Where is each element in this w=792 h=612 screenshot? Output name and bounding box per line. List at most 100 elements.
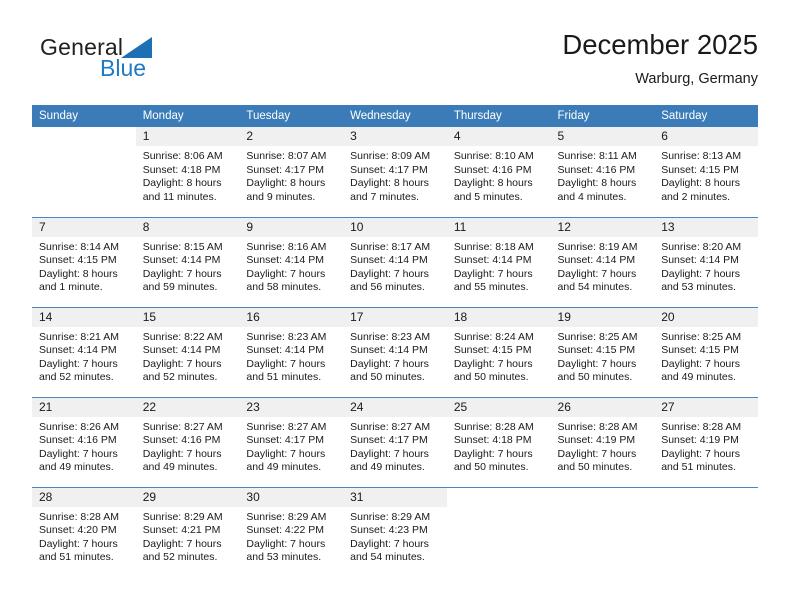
calendar-day-cell[interactable]: 8 Sunrise: 8:15 AM Sunset: 4:14 PM Daylight… xyxy=(135,216,240,307)
daylight-duration-line1: Daylight: 7 hours xyxy=(557,267,637,280)
sunset-time: Sunset: 4:14 PM xyxy=(350,254,428,267)
sunset-time: Sunset: 4:14 PM xyxy=(142,344,221,357)
day-number xyxy=(32,127,136,146)
day-number: 21 xyxy=(32,397,136,417)
calendar-day-cell[interactable]: 4 Sunrise: 8:10 AM Sunset: 4:16 PM Daylight… xyxy=(446,127,551,217)
calendar-day-cell[interactable]: 21 Sunrise: 8:26 AM Sunset: 4:16 PM Dayligh… xyxy=(32,396,136,487)
general-blue-logo[interactable]: General Blue xyxy=(40,34,220,92)
daylight-duration-line2: and 51 minutes. xyxy=(661,461,736,474)
day-details: Sunrise: 8:17 AM Sunset: 4:14 PM Daylight:… xyxy=(343,237,447,295)
daylight-duration-line1: Daylight: 7 hours xyxy=(142,447,222,460)
calendar-day-cell[interactable]: 20 Sunrise: 8:25 AM Sunset: 4:15 PM Dayligh… xyxy=(654,306,758,397)
calendar-day-cell[interactable]: 30 Sunrise: 8:29 AM Sunset: 4:22 PM Dayligh… xyxy=(239,486,344,577)
calendar-day-cell[interactable]: 24 Sunrise: 8:27 AM Sunset: 4:17 PM Dayligh… xyxy=(343,396,447,487)
day-number: 1 xyxy=(135,127,240,146)
daylight-duration-line2: and 50 minutes. xyxy=(453,371,529,384)
calendar-day-cell[interactable]: 28 Sunrise: 8:28 AM Sunset: 4:20 PM Dayligh… xyxy=(32,486,136,577)
day-number: 23 xyxy=(239,397,344,417)
sunrise-time: Sunrise: 8:28 AM xyxy=(661,420,742,433)
calendar-day-cell[interactable]: 1 Sunrise: 8:06 AM Sunset: 4:18 PM Daylight… xyxy=(135,127,240,217)
calendar-day-cell[interactable]: 2 Sunrise: 8:07 AM Sunset: 4:17 PM Daylight… xyxy=(239,127,344,217)
day-number: 26 xyxy=(550,397,655,417)
daylight-duration-line1: Daylight: 7 hours xyxy=(246,267,326,280)
logo-text-blue: Blue xyxy=(100,55,147,81)
sunset-time: Sunset: 4:20 PM xyxy=(39,524,117,537)
calendar-day-cell[interactable]: 10 Sunrise: 8:17 AM Sunset: 4:14 PM Dayligh… xyxy=(343,216,447,307)
day-number: 24 xyxy=(343,397,447,417)
daylight-duration-line1: Daylight: 8 hours xyxy=(350,177,429,190)
daylight-duration-line2: and 53 minutes. xyxy=(246,551,322,564)
calendar-day-cell-empty xyxy=(446,486,551,577)
daylight-duration-line2: and 54 minutes. xyxy=(557,281,633,294)
sunrise-time: Sunrise: 8:22 AM xyxy=(142,330,223,343)
calendar-day-cell[interactable]: 27 Sunrise: 8:28 AM Sunset: 4:19 PM Dayligh… xyxy=(654,396,758,487)
calendar-day-cell[interactable]: 7 Sunrise: 8:14 AM Sunset: 4:15 PM Daylight… xyxy=(32,216,136,307)
calendar-day-cell[interactable]: 16 Sunrise: 8:23 AM Sunset: 4:14 PM Dayligh… xyxy=(239,306,344,397)
day-number: 25 xyxy=(446,397,551,417)
calendar-day-cell[interactable]: 15 Sunrise: 8:22 AM Sunset: 4:14 PM Dayligh… xyxy=(135,306,240,397)
calendar-week-row: 21 Sunrise: 8:26 AM Sunset: 4:16 PM Dayligh… xyxy=(32,396,758,487)
sunset-time: Sunset: 4:15 PM xyxy=(39,254,117,267)
calendar-day-cell[interactable]: 25 Sunrise: 8:28 AM Sunset: 4:18 PM Dayligh… xyxy=(446,396,551,487)
sunset-time: Sunset: 4:17 PM xyxy=(246,434,325,447)
calendar-day-cell[interactable]: 3 Sunrise: 8:09 AM Sunset: 4:17 PM Daylight… xyxy=(343,127,447,217)
sunset-time: Sunset: 4:15 PM xyxy=(661,163,739,176)
day-number: 15 xyxy=(135,307,240,327)
sunset-time: Sunset: 4:16 PM xyxy=(142,434,221,447)
daylight-duration-line2: and 52 minutes. xyxy=(142,371,218,384)
daylight-duration-line1: Daylight: 7 hours xyxy=(453,357,533,370)
daylight-duration-line2: and 9 minutes. xyxy=(246,190,316,203)
calendar-day-cell[interactable]: 13 Sunrise: 8:20 AM Sunset: 4:14 PM Dayligh… xyxy=(654,216,758,307)
daylight-duration-line1: Daylight: 7 hours xyxy=(661,447,741,460)
daylight-duration-line2: and 2 minutes. xyxy=(661,190,731,203)
daylight-duration-line2: and 50 minutes. xyxy=(557,371,633,384)
calendar-day-cell-empty xyxy=(550,486,655,577)
calendar-day-cell[interactable]: 6 Sunrise: 8:13 AM Sunset: 4:15 PM Daylight… xyxy=(654,127,758,217)
calendar-day-cell[interactable]: 11 Sunrise: 8:18 AM Sunset: 4:14 PM Dayligh… xyxy=(446,216,551,307)
daylight-duration-line1: Daylight: 8 hours xyxy=(453,177,533,190)
daylight-duration-line2: and 51 minutes. xyxy=(39,551,114,564)
sunrise-time: Sunrise: 8:18 AM xyxy=(453,240,534,253)
daylight-duration-line2: and 53 minutes. xyxy=(661,281,736,294)
day-number: 11 xyxy=(446,217,551,237)
sunset-time: Sunset: 4:17 PM xyxy=(246,163,325,176)
daylight-duration-line2: and 52 minutes. xyxy=(39,371,114,384)
calendar-day-cell[interactable]: 12 Sunrise: 8:19 AM Sunset: 4:14 PM Dayligh… xyxy=(550,216,655,307)
sunrise-time: Sunrise: 8:09 AM xyxy=(350,150,431,162)
daylight-duration-line1: Daylight: 7 hours xyxy=(350,267,429,280)
calendar-day-cell[interactable]: 22 Sunrise: 8:27 AM Sunset: 4:16 PM Dayligh… xyxy=(135,396,240,487)
calendar-day-cell[interactable]: 9 Sunrise: 8:16 AM Sunset: 4:14 PM Daylight… xyxy=(239,216,344,307)
daylight-duration-line2: and 58 minutes. xyxy=(246,281,322,294)
sunrise-time: Sunrise: 8:23 AM xyxy=(246,330,327,343)
weekday-header-monday: Monday xyxy=(135,105,240,127)
sunset-time: Sunset: 4:22 PM xyxy=(246,524,325,537)
calendar-day-cell[interactable]: 23 Sunrise: 8:27 AM Sunset: 4:17 PM Dayligh… xyxy=(239,396,344,487)
sunrise-time: Sunrise: 8:06 AM xyxy=(142,150,223,162)
calendar-day-cell[interactable]: 26 Sunrise: 8:28 AM Sunset: 4:19 PM Dayligh… xyxy=(550,396,655,487)
calendar-day-cell[interactable]: 31 Sunrise: 8:29 AM Sunset: 4:23 PM Dayligh… xyxy=(343,486,447,577)
sunrise-time: Sunrise: 8:11 AM xyxy=(557,150,637,162)
day-number xyxy=(551,488,655,507)
weekday-header-wednesday: Wednesday xyxy=(343,105,447,127)
sunset-time: Sunset: 4:14 PM xyxy=(557,254,636,267)
title-block: December 2025 Warburg, Germany xyxy=(562,28,758,90)
day-details: Sunrise: 8:19 AM Sunset: 4:14 PM Daylight:… xyxy=(551,237,655,295)
calendar-day-cell-empty xyxy=(654,486,758,577)
daylight-duration-line2: and 4 minutes. xyxy=(557,190,627,203)
day-details: Sunrise: 8:20 AM Sunset: 4:14 PM Daylight:… xyxy=(654,237,758,295)
calendar-day-cell[interactable]: 17 Sunrise: 8:23 AM Sunset: 4:14 PM Dayligh… xyxy=(343,306,447,397)
calendar-day-cell[interactable]: 14 Sunrise: 8:21 AM Sunset: 4:14 PM Dayligh… xyxy=(32,306,136,397)
day-number: 19 xyxy=(550,307,655,327)
calendar-day-cell[interactable]: 18 Sunrise: 8:24 AM Sunset: 4:15 PM Dayligh… xyxy=(446,306,551,397)
sunset-time: Sunset: 4:18 PM xyxy=(142,163,221,176)
calendar-page: General Blue December 2025 Warburg, Germ… xyxy=(0,0,792,612)
weekday-header-tuesday: Tuesday xyxy=(239,105,344,127)
calendar-day-cell[interactable]: 19 Sunrise: 8:25 AM Sunset: 4:15 PM Dayligh… xyxy=(550,306,655,397)
calendar-week-row: 14 Sunrise: 8:21 AM Sunset: 4:14 PM Dayligh… xyxy=(32,306,758,397)
page-header: General Blue December 2025 Warburg, Germ… xyxy=(32,28,758,98)
calendar-day-cell[interactable]: 5 Sunrise: 8:11 AM Sunset: 4:16 PM Daylight… xyxy=(550,127,655,217)
daylight-duration-line2: and 49 minutes. xyxy=(350,461,425,474)
sunset-time: Sunset: 4:15 PM xyxy=(661,344,739,357)
calendar-day-cell[interactable]: 29 Sunrise: 8:29 AM Sunset: 4:21 PM Dayligh… xyxy=(135,486,240,577)
daylight-duration-line1: Daylight: 7 hours xyxy=(39,537,118,550)
